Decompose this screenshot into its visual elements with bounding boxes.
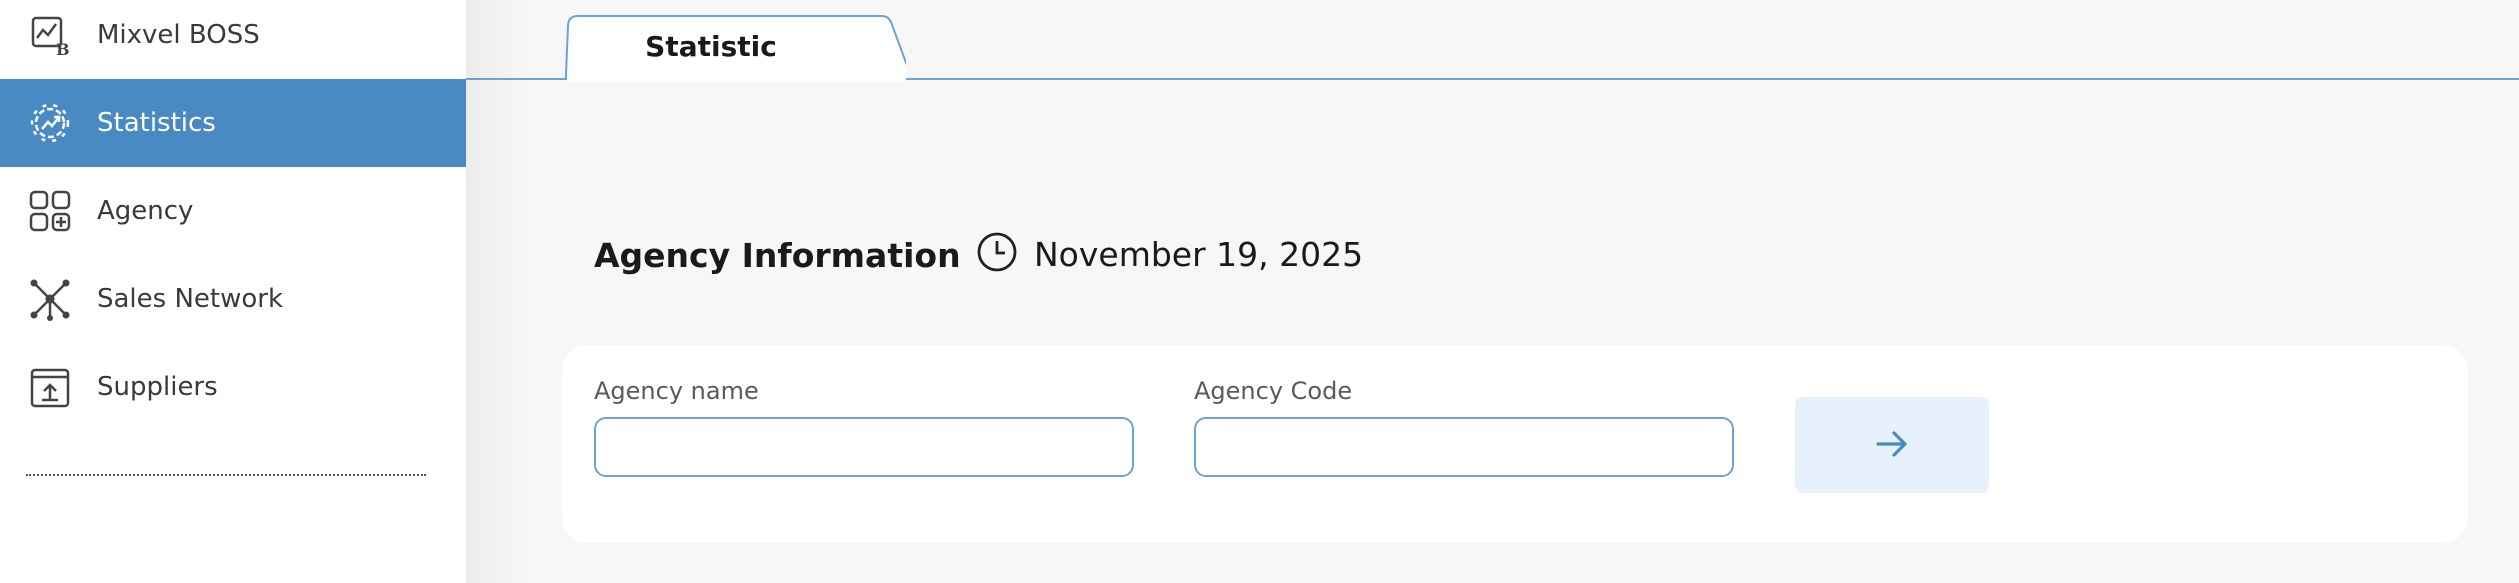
sidebar-item-label: Mixvel BOSS: [97, 20, 260, 50]
clock-icon: [976, 231, 1018, 277]
agency-search-card: Agency name Agency Code: [562, 345, 2468, 543]
agency-name-input[interactable]: [594, 417, 1134, 477]
sidebar-item-sales-network[interactable]: Sales Network: [0, 255, 466, 343]
agency-code-label: Agency Code: [1194, 377, 1353, 405]
sidebar-item-mixvel-boss[interactable]: B Mixvel BOSS: [0, 0, 466, 79]
svg-text:B: B: [56, 40, 70, 57]
date-display: November 19, 2025: [976, 232, 1363, 276]
sidebar-item-label: Agency: [97, 196, 194, 226]
sidebar-item-label: Statistics: [97, 108, 216, 138]
sidebar-divider: [26, 474, 426, 476]
date-text: November 19, 2025: [1034, 234, 1364, 274]
main-content: Statistic Agency Information November 19…: [466, 0, 2519, 583]
sidebar-item-label: Suppliers: [97, 372, 218, 402]
upload-box-icon: [26, 363, 74, 411]
sidebar: B Mixvel BOSS Statistics Agency Sales Ne…: [0, 0, 466, 583]
page-title: Agency Information: [594, 236, 961, 275]
sidebar-item-statistics[interactable]: Statistics: [0, 79, 466, 167]
sidebar-item-label: Sales Network: [97, 284, 284, 314]
chart-b-icon: B: [26, 11, 74, 59]
sidebar-item-suppliers[interactable]: Suppliers: [0, 343, 466, 431]
network-icon: [26, 275, 74, 323]
arrow-right-icon: [1872, 424, 1912, 467]
agency-code-input[interactable]: [1194, 417, 1734, 477]
submit-button[interactable]: [1795, 397, 1989, 493]
tab-statistic[interactable]: Statistic: [566, 30, 856, 63]
agency-name-label: Agency name: [594, 377, 759, 405]
gear-chart-icon: [26, 99, 74, 147]
grid-add-icon: [26, 187, 74, 235]
sidebar-item-agency[interactable]: Agency: [0, 167, 466, 255]
